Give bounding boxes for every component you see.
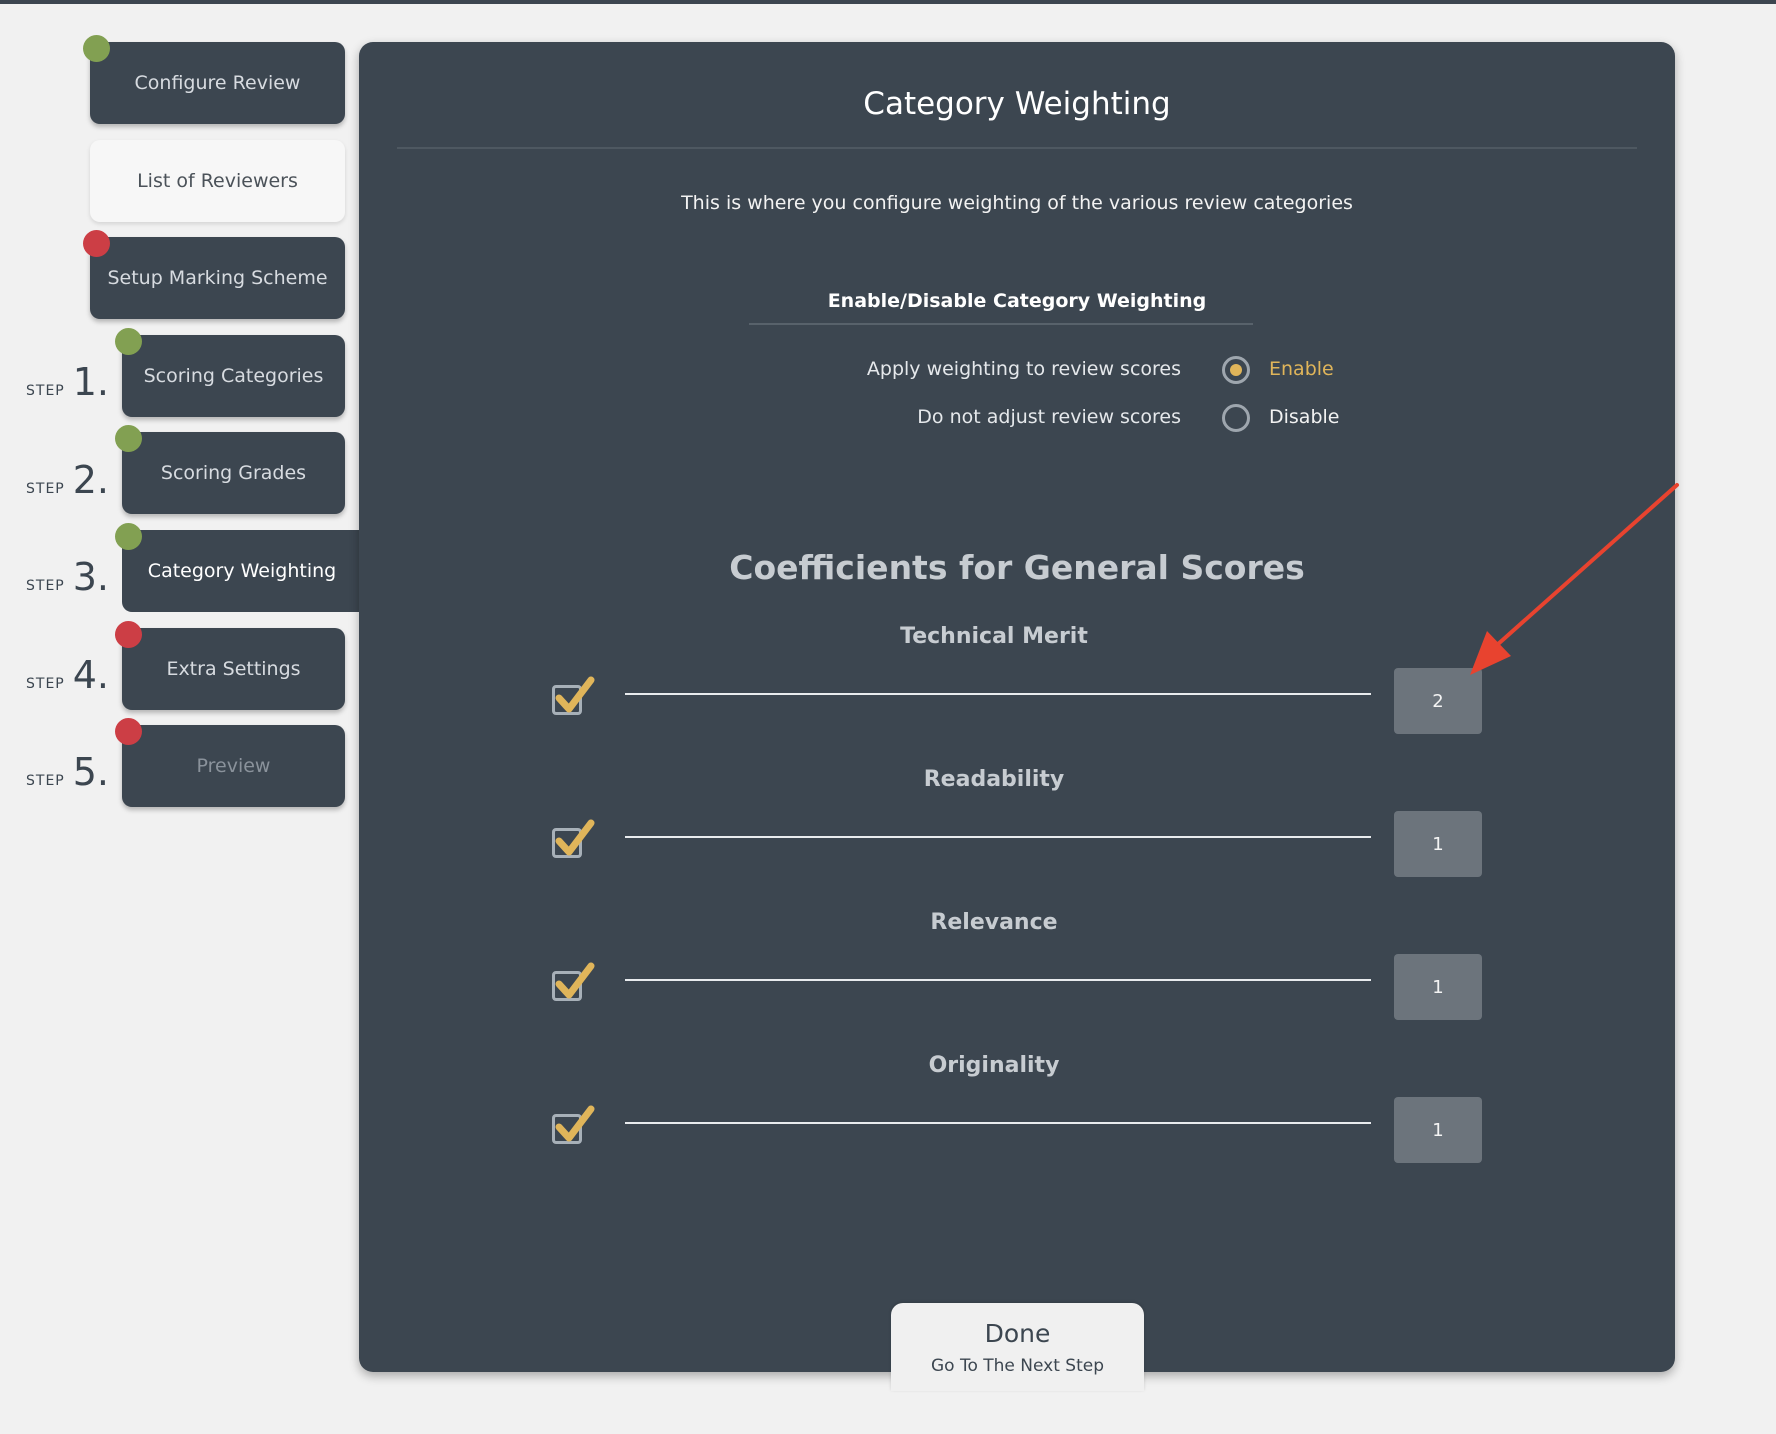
nav-label: Preview xyxy=(196,755,271,777)
category-checkbox[interactable] xyxy=(552,676,595,715)
weighting-divider xyxy=(749,323,1253,325)
page-title: Category Weighting xyxy=(863,86,1171,122)
step-4-label: STEP 4. xyxy=(26,653,109,697)
checkmark-icon xyxy=(555,676,595,713)
checkmark-icon xyxy=(555,819,595,856)
category-name: Technical Merit xyxy=(900,624,1088,649)
weight-value-input[interactable]: 1 xyxy=(1394,954,1482,1020)
nav-label: Configure Review xyxy=(134,72,301,94)
title-divider xyxy=(397,147,1637,149)
disable-radio[interactable] xyxy=(1222,404,1250,432)
weight-slider[interactable] xyxy=(625,693,1371,695)
apply-weighting-label: Apply weighting to review scores xyxy=(866,358,1181,380)
step-3-label: STEP 3. xyxy=(26,555,109,599)
disable-label[interactable]: Disable xyxy=(1269,406,1339,428)
nav-scoring-grades[interactable]: Scoring Grades xyxy=(115,425,345,514)
nav-label: Extra Settings xyxy=(166,658,301,680)
weight-value-input[interactable]: 1 xyxy=(1394,811,1482,877)
annotation-arrow-icon xyxy=(1470,483,1679,675)
category-weighting-panel: Category Weighting This is where you con… xyxy=(359,42,1675,1372)
status-incomplete-dot xyxy=(115,621,142,648)
category-checkbox[interactable] xyxy=(552,819,595,858)
nav-label: Category Weighting xyxy=(147,560,337,582)
nav-list-of-reviewers[interactable]: List of Reviewers xyxy=(90,140,345,222)
nav-label: List of Reviewers xyxy=(137,170,298,192)
weight-slider[interactable] xyxy=(625,1122,1371,1124)
no-adjust-label: Do not adjust review scores xyxy=(917,406,1181,428)
nav-label: Setup Marking Scheme xyxy=(107,267,328,289)
category-name: Originality xyxy=(928,1053,1060,1078)
nav-category-weighting[interactable]: Category Weighting xyxy=(115,523,362,612)
done-label: Done xyxy=(984,1318,1051,1348)
status-incomplete-dot xyxy=(83,230,110,257)
step-5-label: STEP 5. xyxy=(26,750,109,794)
category-name: Relevance xyxy=(930,910,1058,935)
status-complete-dot xyxy=(115,425,142,452)
status-complete-dot xyxy=(83,35,110,62)
category-name: Readability xyxy=(923,767,1065,792)
weight-slider[interactable] xyxy=(625,979,1371,981)
nav-setup-marking-scheme[interactable]: Setup Marking Scheme xyxy=(83,230,345,319)
weighting-toggle-heading: Enable/Disable Category Weighting xyxy=(827,290,1207,312)
top-bar xyxy=(0,0,1776,4)
enable-label[interactable]: Enable xyxy=(1269,358,1334,380)
weight-value-input[interactable]: 1 xyxy=(1394,1097,1482,1163)
nav-label: Scoring Grades xyxy=(160,462,307,484)
nav-extra-settings[interactable]: Extra Settings xyxy=(115,621,345,710)
step-2-label: STEP 2. xyxy=(26,458,109,502)
done-next-step-button[interactable]: Done Go To The Next Step xyxy=(891,1303,1144,1391)
category-checkbox[interactable] xyxy=(552,962,595,1001)
intro-text: This is where you configure weighting of… xyxy=(681,192,1353,214)
done-sublabel: Go To The Next Step xyxy=(930,1355,1104,1376)
checkmark-icon xyxy=(555,962,595,999)
nav-scoring-categories[interactable]: Scoring Categories xyxy=(115,328,345,417)
enable-radio[interactable] xyxy=(1222,356,1250,384)
nav-label: Scoring Categories xyxy=(143,365,324,387)
checkmark-icon xyxy=(555,1105,595,1142)
step-1-label: STEP 1. xyxy=(26,360,109,404)
nav-configure-review[interactable]: Configure Review xyxy=(83,35,345,124)
status-complete-dot xyxy=(115,328,142,355)
category-checkbox[interactable] xyxy=(552,1105,595,1144)
status-complete-dot xyxy=(115,523,142,550)
status-incomplete-dot xyxy=(115,718,142,745)
nav-preview[interactable]: Preview xyxy=(115,718,345,807)
weight-slider[interactable] xyxy=(625,836,1371,838)
